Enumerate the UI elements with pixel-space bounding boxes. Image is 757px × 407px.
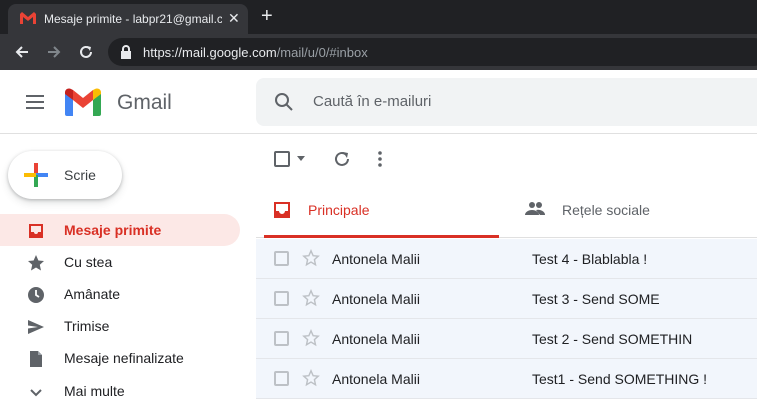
compose-button[interactable]: Scrie [8,151,122,199]
tab-social[interactable]: Rețele sociale [507,182,757,238]
new-tab-icon[interactable]: + [261,5,273,28]
refresh-icon[interactable] [333,150,351,168]
tab-label: Principale [308,202,370,218]
sidebar-item-label: Mesaje primite [64,222,162,238]
sidebar-item-label: Mesaje nefinalizate [64,350,184,366]
product-name: Gmail [117,91,172,114]
chevron-down-icon [30,389,42,397]
gmail-logo-icon[interactable] [65,88,101,116]
gmail-header: Gmail Caută în e-mailuri [0,70,757,134]
send-icon [28,320,44,334]
main-menu-icon[interactable] [26,95,44,109]
browser-toolbar: https://mail.google.com/mail/u/0/#inbox [0,34,757,70]
browser-tab-strip: Mesaje primite - labpr21@gmail.com ✕ + [0,0,757,34]
email-row[interactable]: Antonela Malii Test 3 - Send SOME [256,279,757,319]
select-all-checkbox[interactable] [274,151,290,167]
email-row[interactable]: Antonela Malii Test 2 - Send SOMETHIN [256,319,757,359]
row-checkbox[interactable] [274,251,289,266]
close-tab-icon[interactable]: ✕ [228,10,240,27]
row-checkbox[interactable] [274,291,289,306]
clock-icon [28,287,44,303]
tab-title: Mesaje primite - labpr21@gmail.com [44,12,222,26]
tab-primary[interactable]: Principale [264,182,499,238]
address-bar[interactable]: https://mail.google.com/mail/u/0/#inbox [108,38,757,66]
sidebar-item-label: Amânate [64,286,121,302]
sidebar-item-drafts[interactable]: Mesaje nefinalizate [0,342,240,374]
draft-icon [30,351,42,367]
inbox-icon [29,224,43,238]
lock-icon[interactable] [120,45,132,59]
people-icon [525,202,545,215]
gmail-favicon-icon [20,12,36,24]
sidebar-item-sent[interactable]: Trimise [0,310,240,342]
plus-icon [24,163,48,187]
email-row[interactable]: Antonela Malii Test 4 - Blablabla ! [256,239,757,279]
mail-toolbar [256,134,757,182]
email-subject: Test 3 - Send SOME [532,291,660,307]
email-sender: Antonela Malii [332,291,420,307]
url-text: https://mail.google.com/mail/u/0/#inbox [143,45,368,60]
url-domain: https://mail.google.com [143,45,277,60]
row-checkbox[interactable] [274,331,289,346]
email-sender: Antonela Malii [332,331,420,347]
star-outline-icon[interactable] [302,289,320,307]
email-subject: Test 4 - Blablabla ! [532,251,648,267]
search-bar[interactable]: Caută în e-mailuri [256,78,757,126]
more-options-icon[interactable] [378,151,382,167]
sidebar-item-more[interactable]: Mai multe [0,375,240,407]
category-tabs: Principale Rețele sociale [256,182,757,238]
sidebar-item-inbox[interactable]: Mesaje primite [0,214,240,246]
select-dropdown-icon[interactable] [297,156,305,161]
search-input[interactable]: Caută în e-mailuri [313,93,431,110]
url-path: /mail/u/0/#inbox [276,45,368,60]
forward-icon[interactable] [44,42,64,62]
browser-tab[interactable]: Mesaje primite - labpr21@gmail.com ✕ [8,4,248,34]
star-outline-icon[interactable] [302,329,320,347]
email-row[interactable]: Antonela Malii Test1 - Send SOMETHING ! [256,359,757,399]
email-subject: Test 2 - Send SOMETHIN [532,331,693,347]
compose-label: Scrie [64,167,96,183]
star-outline-icon[interactable] [302,249,320,267]
email-sender: Antonela Malii [332,251,420,267]
email-sender: Antonela Malii [332,371,420,387]
tab-label: Rețele sociale [562,202,650,218]
star-outline-icon[interactable] [302,369,320,387]
star-icon [28,255,44,271]
sidebar-item-label: Mai multe [64,383,125,399]
sidebar-item-starred[interactable]: Cu stea [0,246,240,278]
reload-icon[interactable] [76,42,96,62]
inbox-icon [274,202,290,218]
sidebar-item-snoozed[interactable]: Amânate [0,278,240,310]
sidebar-item-label: Trimise [64,318,110,334]
row-checkbox[interactable] [274,371,289,386]
search-icon[interactable] [274,92,294,112]
back-icon[interactable] [12,42,32,62]
email-subject: Test1 - Send SOMETHING ! [532,371,708,387]
sidebar-item-label: Cu stea [64,254,113,270]
